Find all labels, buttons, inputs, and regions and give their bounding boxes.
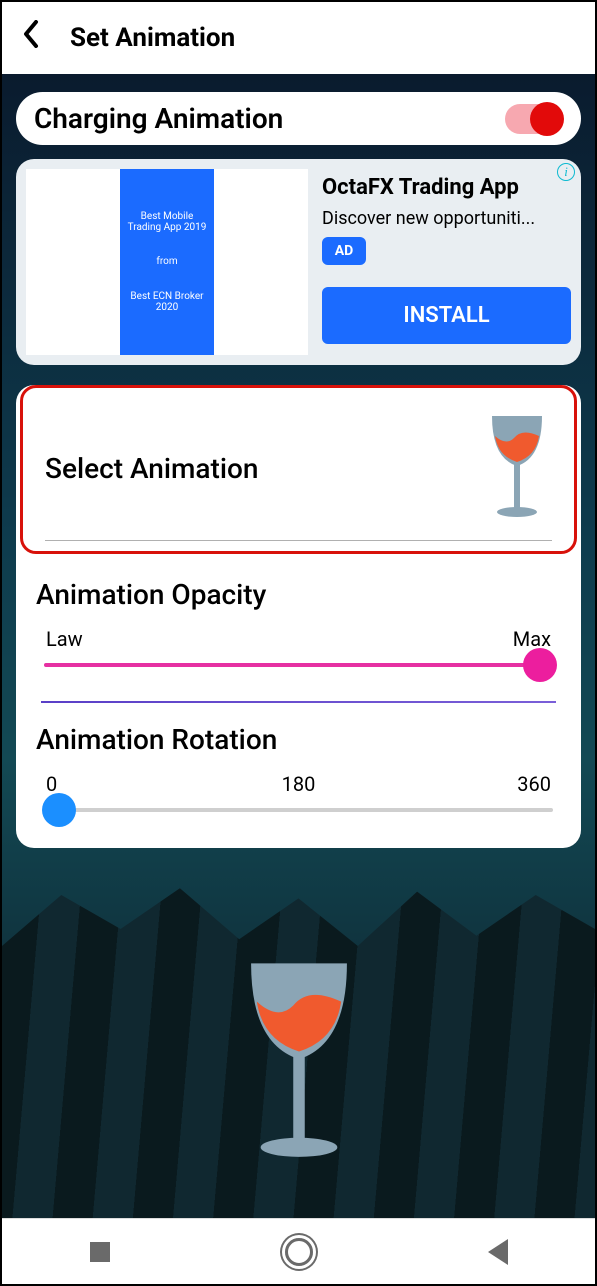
opacity-title: Animation Opacity (36, 578, 561, 611)
opacity-slider[interactable] (44, 663, 553, 667)
rotation-thumb[interactable] (42, 793, 76, 827)
charging-toggle-card: Charging Animation (16, 92, 581, 145)
ad-banner[interactable]: i Best Mobile Trading App 2019 from Best… (16, 159, 581, 365)
opacity-high-label: Max (513, 627, 551, 651)
select-animation-row[interactable]: Select Animation (45, 408, 552, 528)
rotation-label-180: 180 (214, 772, 382, 796)
rotation-title: Animation Rotation (36, 723, 561, 756)
ad-info-icon[interactable]: i (557, 163, 575, 181)
opacity-thumb[interactable] (523, 648, 557, 682)
home-icon[interactable] (285, 1238, 313, 1266)
charging-toggle-label: Charging Animation (34, 102, 283, 135)
rotation-labels: 0 180 360 (36, 772, 561, 796)
rotation-label-360: 360 (383, 772, 551, 796)
ad-title: OctaFX Trading App (322, 175, 571, 200)
system-navbar (2, 1218, 595, 1284)
main-content: Charging Animation i Best Mobile Trading… (2, 74, 595, 1218)
rotation-slider[interactable] (44, 808, 553, 812)
divider (41, 701, 556, 703)
back-icon[interactable] (22, 20, 42, 56)
wine-glass-icon (482, 408, 552, 528)
select-animation-label: Select Animation (45, 452, 258, 485)
page-title: Set Animation (70, 23, 235, 53)
wine-glass-preview-icon (224, 948, 374, 1178)
recent-apps-icon[interactable] (90, 1242, 110, 1262)
divider (45, 540, 552, 541)
ad-badge: AD (322, 237, 366, 265)
ad-banner-text: Best ECN Broker 2020 (126, 291, 208, 313)
ad-description: Discover new opportuniti... (322, 208, 571, 229)
back-nav-icon[interactable] (488, 1239, 508, 1265)
opacity-labels: Law Max (36, 627, 561, 651)
charging-toggle[interactable] (505, 104, 563, 134)
ad-banner-text: Best Mobile Trading App 2019 (126, 211, 208, 233)
rotation-label-0: 0 (46, 772, 214, 796)
settings-card: Select Animation Animation Opacity Law M… (16, 385, 581, 848)
ad-banner-text: from (126, 256, 208, 267)
select-animation-highlight: Select Animation (20, 385, 577, 554)
ad-image: Best Mobile Trading App 2019 from Best E… (26, 169, 308, 355)
opacity-low-label: Law (46, 627, 83, 651)
app-header: Set Animation (2, 2, 595, 74)
install-button[interactable]: INSTALL (322, 287, 571, 344)
